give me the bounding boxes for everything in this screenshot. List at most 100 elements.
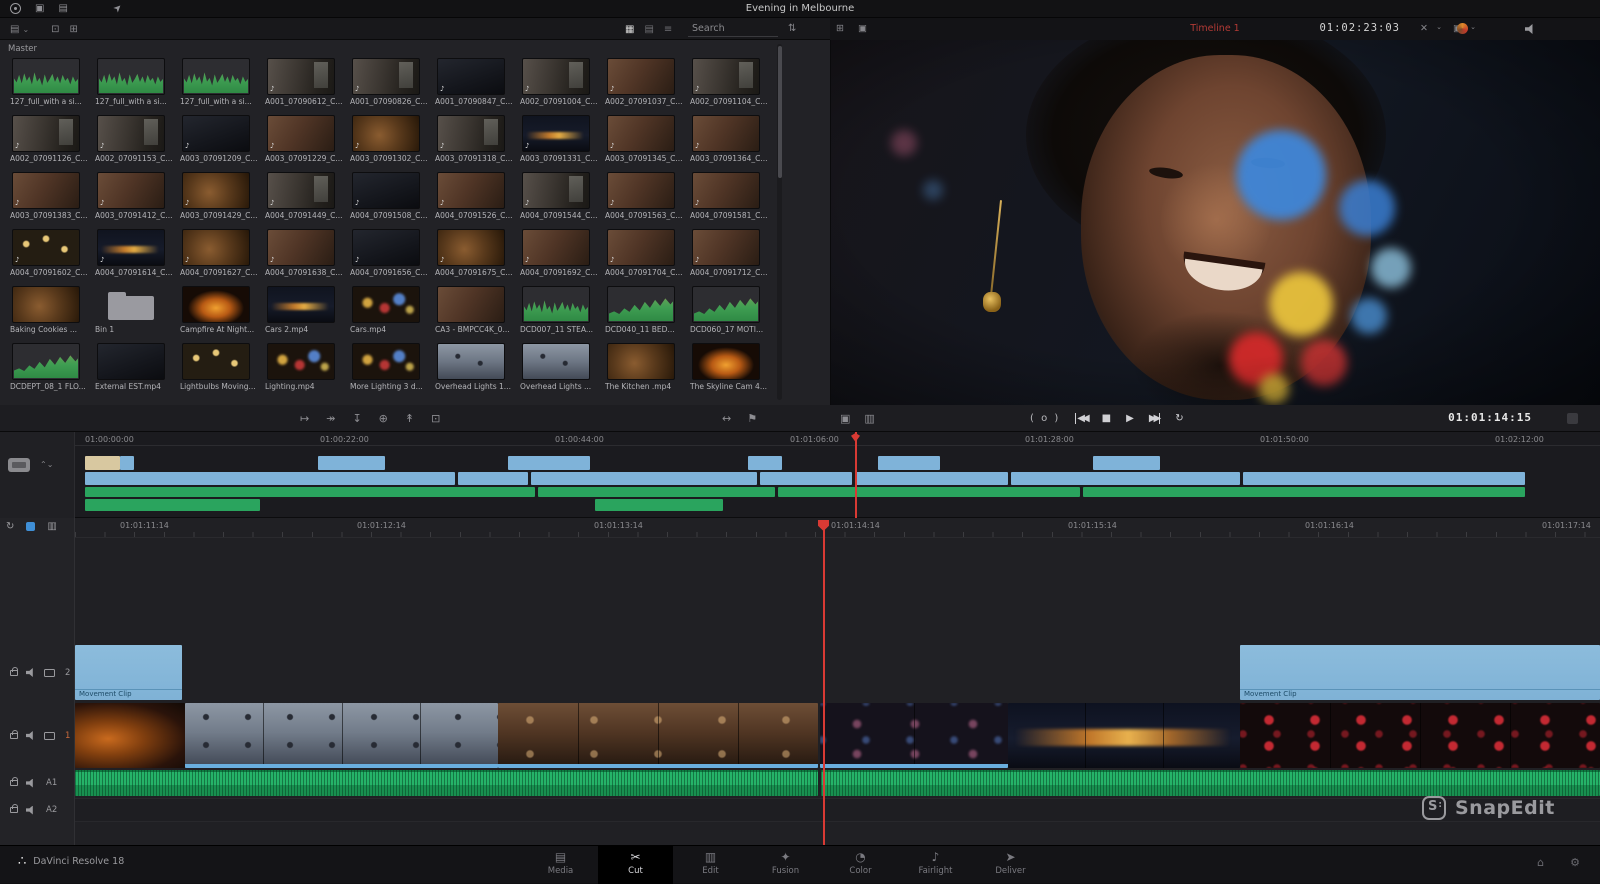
- media-clip-thumbnail[interactable]: ♪: [607, 172, 675, 209]
- media-clip[interactable]: ♪A003_07091331_C...: [518, 111, 603, 168]
- media-clip[interactable]: ♪A004_07091449_C...: [263, 168, 348, 225]
- media-clip[interactable]: DCD060_17 MOTI...: [688, 282, 773, 339]
- media-clip[interactable]: ♪A001_07090847_C...: [433, 54, 518, 111]
- media-clip-thumbnail[interactable]: [607, 286, 675, 323]
- viewer[interactable]: [830, 40, 1600, 405]
- media-clip-thumbnail[interactable]: ♪: [607, 115, 675, 152]
- media-clip[interactable]: ♪A001_07090612_C...: [263, 54, 348, 111]
- media-clip[interactable]: The Skyline Cam 4...: [688, 339, 773, 396]
- import-folder-icon[interactable]: ⊞: [70, 24, 78, 35]
- media-clip-thumbnail[interactable]: ♪: [97, 229, 165, 266]
- lock-icon[interactable]: [10, 807, 18, 813]
- page-tab-fairlight[interactable]: ♪Fairlight: [898, 846, 973, 884]
- title-clip[interactable]: Movement Clip: [75, 645, 182, 700]
- media-pool-scrollbar[interactable]: [777, 44, 782, 400]
- page-tab-deliver[interactable]: ➤Deliver: [973, 846, 1048, 884]
- media-clip-thumbnail[interactable]: ♪: [437, 115, 505, 152]
- sync-icon[interactable]: ↻: [6, 521, 14, 532]
- media-clip-thumbnail[interactable]: [182, 343, 250, 380]
- media-clip-thumbnail[interactable]: ♪: [692, 115, 760, 152]
- media-clip[interactable]: ♪A003_07091209_C...: [178, 111, 263, 168]
- timeline-clip-segment[interactable]: [760, 472, 852, 485]
- timeline-option-2-icon[interactable]: ⚑: [747, 412, 757, 425]
- track-header-v1[interactable]: 1: [0, 703, 74, 768]
- media-clip-thumbnail[interactable]: ♪: [12, 172, 80, 209]
- media-clip[interactable]: ♪A003_07091345_C...: [603, 111, 688, 168]
- media-clip[interactable]: 127_full_with a si...: [8, 54, 93, 111]
- media-clip[interactable]: ♪A004_07091563_C...: [603, 168, 688, 225]
- edit-tool-3-icon[interactable]: ↧: [352, 412, 361, 425]
- media-clip-thumbnail[interactable]: ♪: [352, 229, 420, 266]
- lock-icon[interactable]: [10, 733, 18, 739]
- media-clip-thumbnail[interactable]: ♪: [267, 58, 335, 95]
- lock-icon[interactable]: [10, 780, 18, 786]
- media-clip-thumbnail[interactable]: ♪: [692, 58, 760, 95]
- media-clip-thumbnail[interactable]: ♪: [12, 115, 80, 152]
- media-clip-thumbnail[interactable]: ♪: [267, 229, 335, 266]
- media-clip[interactable]: ♪A004_07091508_C...: [348, 168, 433, 225]
- media-clip[interactable]: ♪A004_07091526_C...: [433, 168, 518, 225]
- track-enable-icon[interactable]: [44, 732, 55, 740]
- video-clip[interactable]: [1008, 703, 1240, 768]
- lower-timeline-ruler[interactable]: 01:01:11:1401:01:12:1401:01:13:1401:01:1…: [75, 518, 1600, 538]
- track-header-v2[interactable]: 2: [0, 645, 74, 700]
- search-label[interactable]: Search: [692, 23, 725, 34]
- media-clip[interactable]: 127_full_with a si...: [178, 54, 263, 111]
- media-clip-thumbnail[interactable]: ♪: [522, 229, 590, 266]
- timeline-clip-segment[interactable]: [318, 456, 385, 470]
- viewer-tools-chevron-icon[interactable]: ⌄: [1436, 23, 1442, 31]
- media-clip[interactable]: Lighting.mp4: [263, 339, 348, 396]
- timeline-clip-segment[interactable]: [748, 456, 782, 470]
- media-clip-thumbnail[interactable]: ♪: [437, 172, 505, 209]
- media-clip[interactable]: Campfire At Night...: [178, 282, 263, 339]
- media-clip[interactable]: CA3 - BMPCC4K_0...: [433, 282, 518, 339]
- media-clip[interactable]: ♪A002_07091037_C...: [603, 54, 688, 111]
- media-clip-thumbnail[interactable]: [97, 343, 165, 380]
- bin-icon[interactable]: ▤: [10, 24, 19, 35]
- playhead[interactable]: [823, 520, 825, 845]
- upper-playhead[interactable]: [855, 432, 857, 518]
- media-clip-thumbnail[interactable]: [522, 286, 590, 323]
- timeline-option-1-icon[interactable]: ↔: [722, 412, 731, 425]
- timeline-clip-segment[interactable]: [531, 472, 757, 485]
- media-clip[interactable]: Overhead Lights 1...: [433, 339, 518, 396]
- page-tab-color[interactable]: ◔Color: [823, 846, 898, 884]
- media-clip-thumbnail[interactable]: ♪: [12, 229, 80, 266]
- timeline-clip-segment[interactable]: [458, 472, 528, 485]
- page-tab-cut[interactable]: ✂Cut: [598, 846, 673, 884]
- video-clip[interactable]: [185, 703, 498, 768]
- media-clip[interactable]: ♪A002_07091153_C...: [93, 111, 178, 168]
- media-clip-thumbnail[interactable]: ♪: [267, 115, 335, 152]
- timeline-clip-segment[interactable]: [778, 487, 1080, 497]
- page-tab-media[interactable]: ▤Media: [523, 846, 598, 884]
- edit-tool-2-icon[interactable]: ↠: [326, 412, 335, 425]
- media-clip[interactable]: ♪A004_07091627_C...: [178, 225, 263, 282]
- media-clip-thumbnail[interactable]: ♪: [352, 172, 420, 209]
- media-clip[interactable]: DCD040_11 BED...: [603, 282, 688, 339]
- audio-track-2[interactable]: [75, 798, 1600, 822]
- audio-clip[interactable]: [75, 770, 818, 796]
- audio-track-1[interactable]: [75, 770, 1600, 796]
- media-clip-thumbnail[interactable]: ♪: [182, 172, 250, 209]
- media-clip-thumbnail[interactable]: ♪: [522, 115, 590, 152]
- bin-chevron-icon[interactable]: ⌄: [22, 25, 29, 34]
- media-clip-thumbnail[interactable]: [267, 286, 335, 323]
- media-clip[interactable]: DCDEPT_08_1 FLO...: [8, 339, 93, 396]
- media-clip-thumbnail[interactable]: ♪: [97, 172, 165, 209]
- media-clip-thumbnail[interactable]: [12, 286, 80, 323]
- media-clip[interactable]: Cars.mp4: [348, 282, 433, 339]
- go-to-end-button[interactable]: ▶▶: [1149, 413, 1160, 424]
- timeline-clip-segment[interactable]: [85, 499, 260, 511]
- media-clip[interactable]: ♪A003_07091229_C...: [263, 111, 348, 168]
- media-clip[interactable]: External EST.mp4: [93, 339, 178, 396]
- upper-playhead-marker[interactable]: [851, 433, 860, 442]
- media-clip-thumbnail[interactable]: [12, 343, 80, 380]
- media-clip[interactable]: ♪A004_07091692_C...: [518, 225, 603, 282]
- media-clip[interactable]: ♪A003_07091412_C...: [93, 168, 178, 225]
- media-clip[interactable]: ♪A003_07091364_C...: [688, 111, 773, 168]
- viewer-transform-chevron-icon[interactable]: ⌄: [1470, 23, 1476, 31]
- upper-timeline[interactable]: ⌃⌄ 01:00:00:0001:00:22:0001:00:44:0001:0…: [0, 432, 1600, 518]
- media-clip-thumbnail[interactable]: ♪: [182, 115, 250, 152]
- audio-trim-icon[interactable]: [26, 522, 35, 531]
- media-clip-thumbnail[interactable]: [437, 343, 505, 380]
